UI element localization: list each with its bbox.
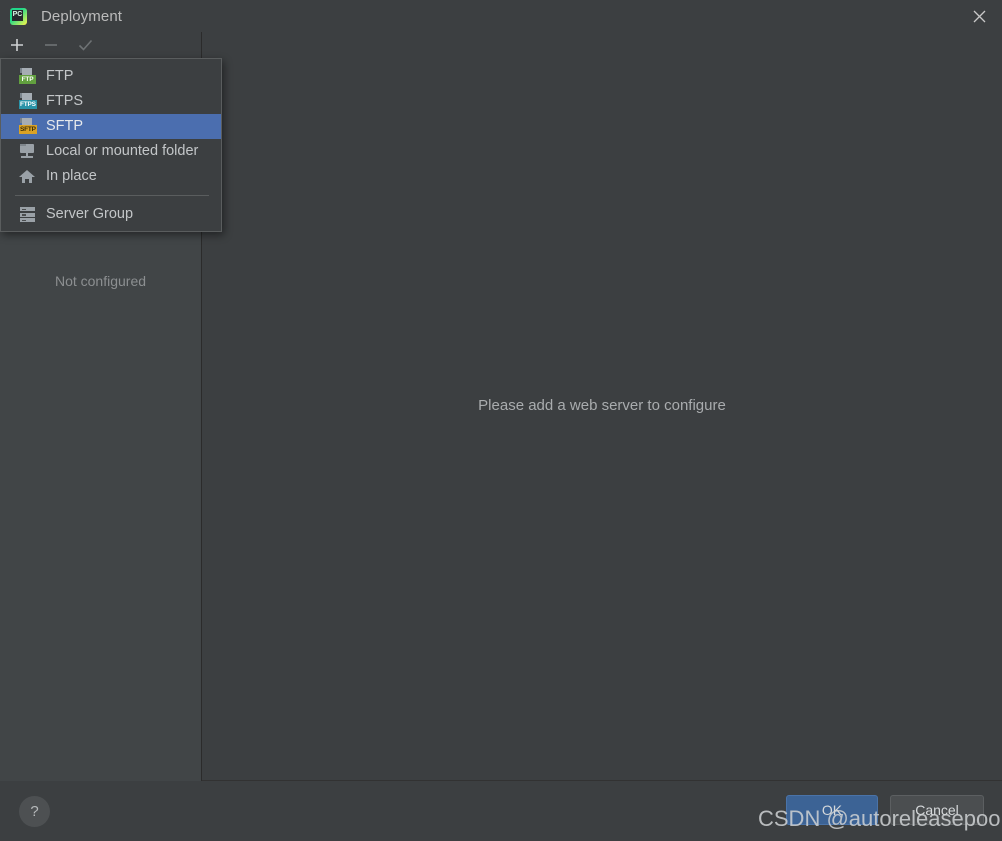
server-config-panel: Please add a web server to configure xyxy=(202,32,1002,781)
ftps-badge-text: FTPS xyxy=(19,100,37,109)
window-title: Deployment xyxy=(41,7,123,25)
ftp-icon: FTP xyxy=(19,68,36,85)
close-icon[interactable] xyxy=(956,0,1002,32)
dialog-footer: ? OK Cancel xyxy=(0,782,1002,841)
deployment-dialog: PC Deployment Not configured Please add … xyxy=(0,0,1002,841)
cancel-button[interactable]: Cancel xyxy=(890,795,984,825)
menu-item-label: Local or mounted folder xyxy=(46,143,199,160)
question-mark-icon[interactable]: ? xyxy=(19,796,50,827)
local-folder-icon xyxy=(19,143,36,160)
menu-item-label: SFTP xyxy=(46,118,84,135)
remove-server-button[interactable] xyxy=(34,32,68,59)
pycharm-logo-icon: PC xyxy=(10,7,27,25)
menu-item-label: FTPS xyxy=(46,93,84,110)
menu-item-ftp[interactable]: FTP FTP xyxy=(1,64,221,89)
title-bar: PC Deployment xyxy=(0,0,1002,32)
menu-item-label: Server Group xyxy=(46,206,134,223)
ftp-badge-text: FTP xyxy=(19,75,36,84)
sftp-icon: SFTP xyxy=(19,118,37,135)
menu-item-in-place[interactable]: In place xyxy=(1,164,221,189)
home-icon xyxy=(19,168,36,185)
menu-item-local-or-mounted-folder[interactable]: Local or mounted folder xyxy=(1,139,221,164)
ftps-icon: FTPS xyxy=(19,93,37,110)
set-default-server-button[interactable] xyxy=(68,32,102,59)
ok-button[interactable]: OK xyxy=(786,795,878,825)
server-status-text: Not configured xyxy=(54,273,147,289)
servers-toolbar xyxy=(0,32,201,59)
menu-item-ftps[interactable]: FTPS FTPS xyxy=(1,89,221,114)
menu-item-server-group[interactable]: Server Group xyxy=(1,202,221,227)
menu-separator xyxy=(15,195,209,196)
empty-state-message: Please add a web server to configure xyxy=(478,397,726,414)
server-group-icon xyxy=(19,206,36,223)
sftp-badge-text: SFTP xyxy=(19,125,37,134)
add-server-type-menu: FTP FTP FTPS FTPS SFTP SFTP Local or mou… xyxy=(0,58,222,232)
menu-item-label: In place xyxy=(46,168,97,185)
menu-item-sftp[interactable]: SFTP SFTP xyxy=(1,114,221,139)
pycharm-logo-text: PC xyxy=(12,10,23,18)
menu-item-label: FTP xyxy=(46,68,74,85)
add-server-button[interactable] xyxy=(0,32,34,59)
